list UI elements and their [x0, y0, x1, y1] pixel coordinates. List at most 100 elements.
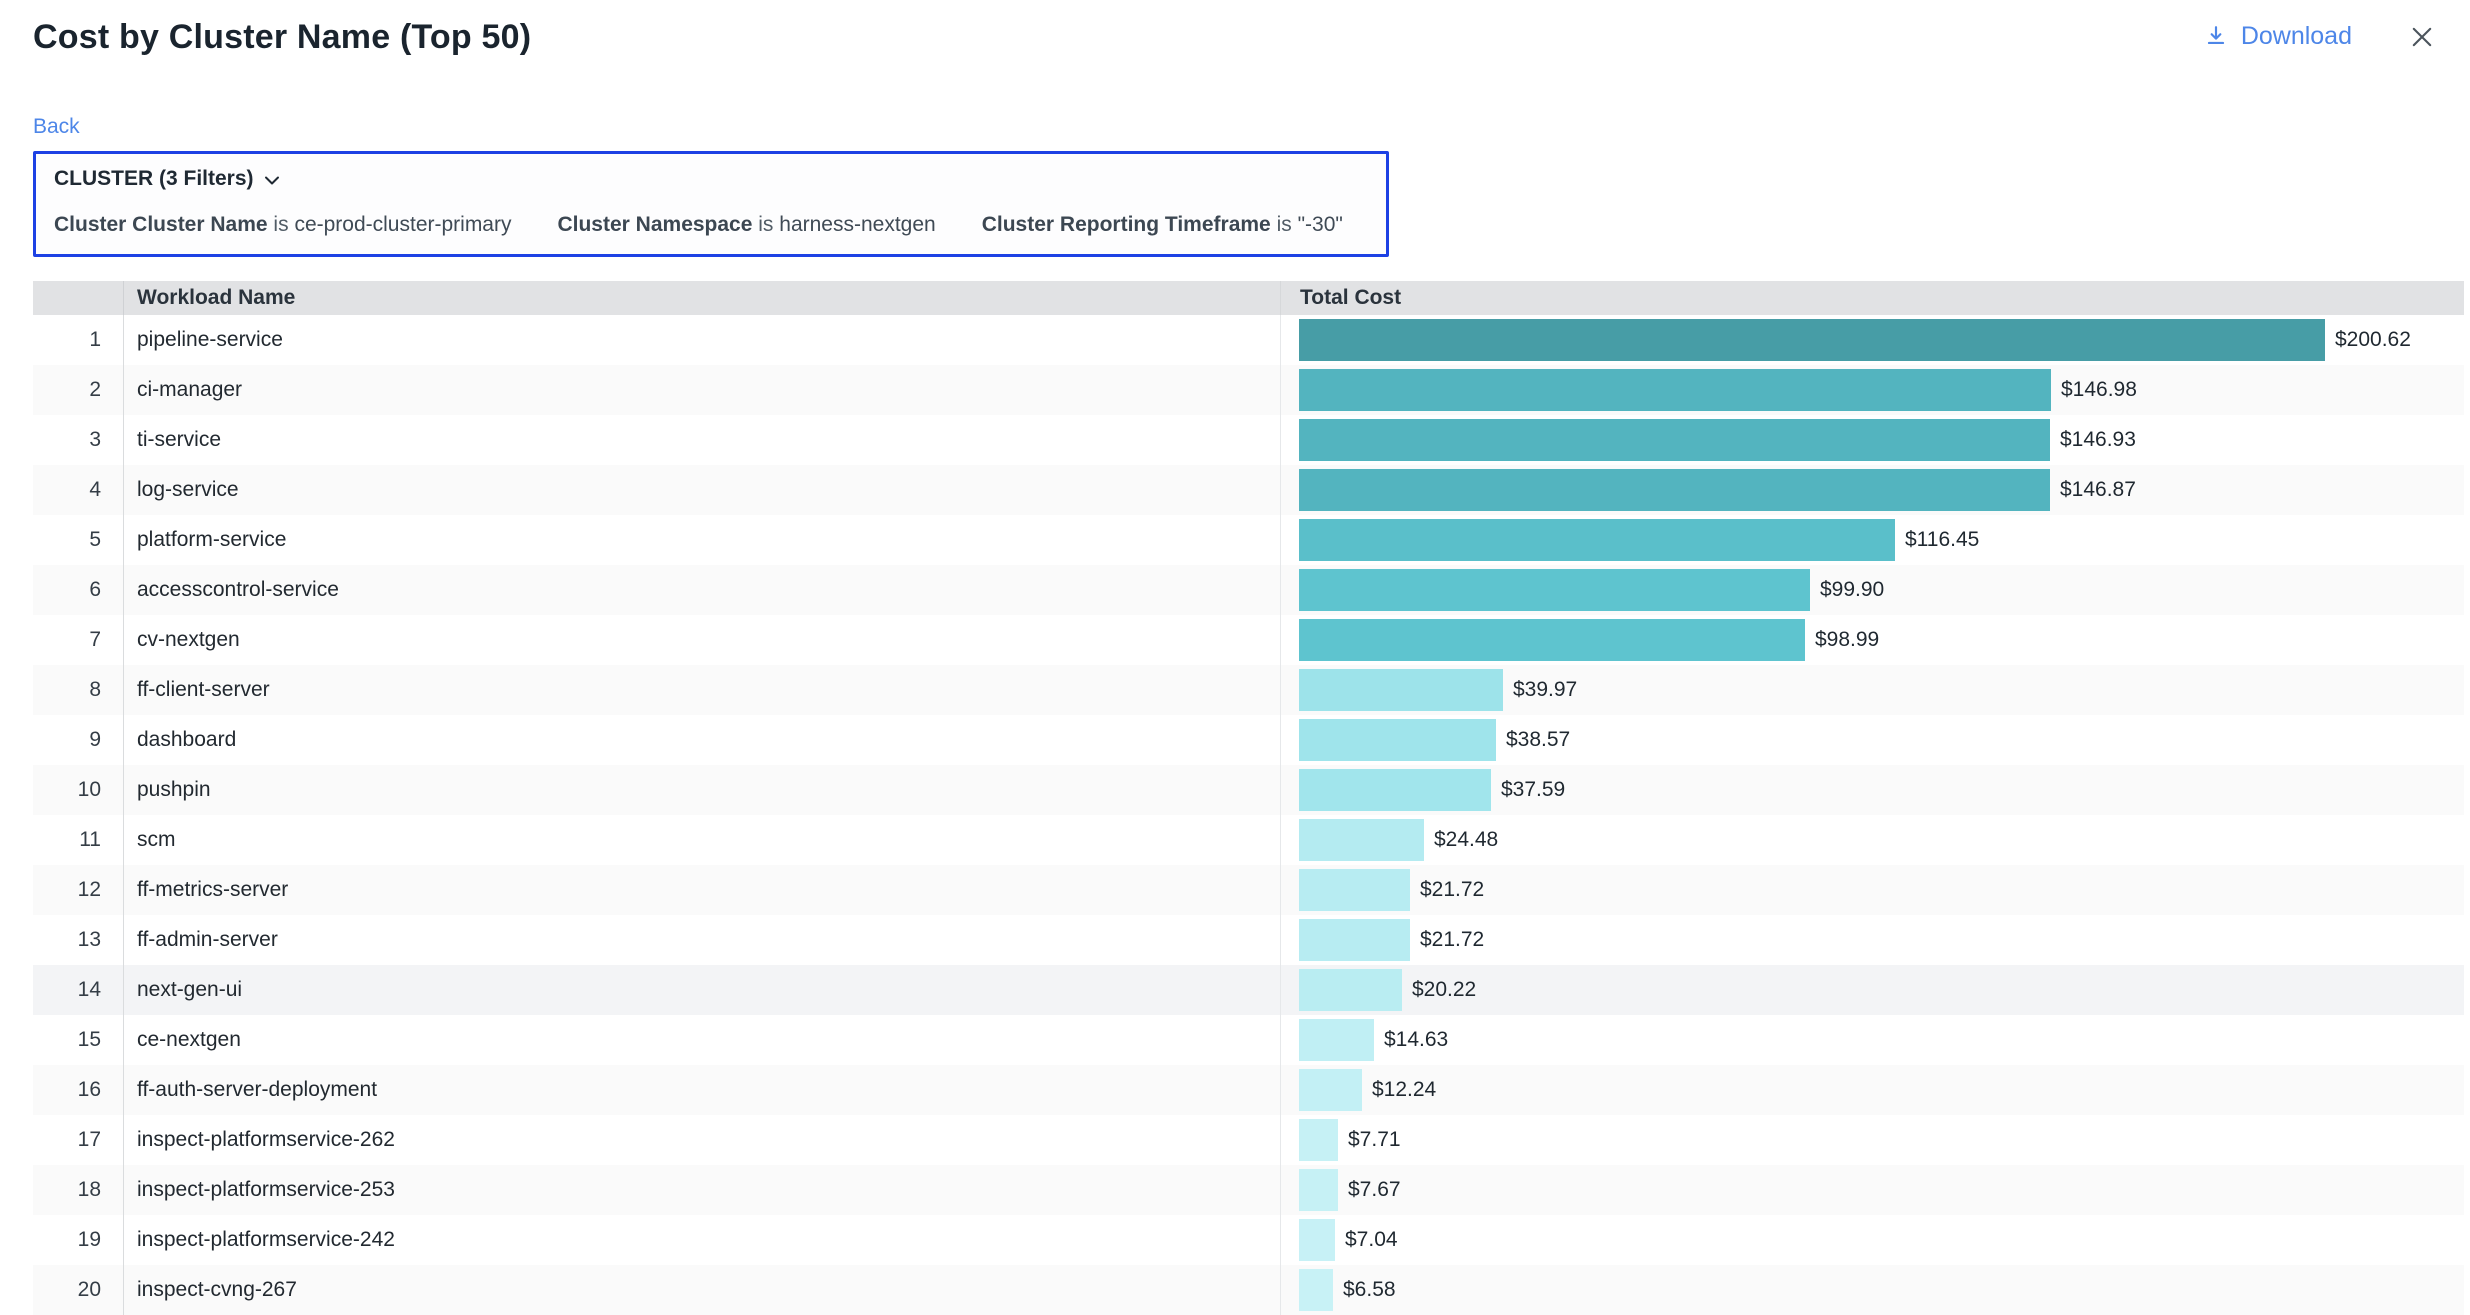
cost-bar[interactable]	[1299, 769, 1491, 811]
filter-value: "-30"	[1298, 213, 1343, 236]
table-row[interactable]: 3ti-service$146.93	[33, 415, 2464, 465]
cost-bar[interactable]	[1299, 569, 1810, 611]
row-rank: 7	[33, 628, 123, 652]
table-row[interactable]: 10pushpin $37.59	[33, 765, 2464, 815]
table-row[interactable]: 5platform-service$116.45	[33, 515, 2464, 565]
cost-value: $37.59	[1501, 778, 1565, 802]
row-rank: 9	[33, 728, 123, 752]
cost-value: $7.71	[1348, 1128, 1401, 1152]
back-link[interactable]: Back	[33, 115, 80, 139]
table-row[interactable]: 4log-service$146.87	[33, 465, 2464, 515]
total-cost-cell: $7.67	[1280, 1165, 2464, 1215]
download-icon	[2203, 24, 2229, 50]
filter-value: harness-nextgen	[779, 213, 935, 236]
total-cost-cell: $116.45	[1280, 515, 2464, 565]
table-row[interactable]: 8ff-client-server$39.97	[33, 665, 2464, 715]
cost-value: $7.67	[1348, 1178, 1401, 1202]
close-icon	[2408, 23, 2436, 51]
workload-name: pushpin	[123, 765, 1280, 815]
row-rank: 15	[33, 1028, 123, 1052]
table-row[interactable]: 13ff-admin-server$21.72	[33, 915, 2464, 965]
cost-value: $146.98	[2061, 378, 2137, 402]
table-row[interactable]: 1pipeline-service $200.62	[33, 315, 2464, 365]
cost-bar[interactable]	[1299, 519, 1895, 561]
cost-value: $200.62	[2335, 328, 2411, 352]
cost-bar[interactable]	[1299, 1169, 1338, 1211]
cost-bar[interactable]	[1299, 819, 1424, 861]
table-row[interactable]: 17inspect-platformservice-262$7.71	[33, 1115, 2464, 1165]
row-rank: 4	[33, 478, 123, 502]
table-row[interactable]: 16ff-auth-server-deployment$12.24	[33, 1065, 2464, 1115]
cost-value: $116.45	[1905, 528, 1979, 552]
cost-value: $24.48	[1434, 828, 1498, 852]
workload-name: log-service	[123, 465, 1280, 515]
cost-value: $14.63	[1384, 1028, 1448, 1052]
cost-bar[interactable]	[1299, 919, 1410, 961]
row-rank: 17	[33, 1128, 123, 1152]
cost-bar[interactable]	[1299, 469, 2050, 511]
workload-name: ci-manager	[123, 365, 1280, 415]
workload-name: next-gen-ui	[123, 965, 1280, 1015]
row-rank: 1	[33, 328, 123, 352]
cost-bar[interactable]	[1299, 1269, 1333, 1311]
workload-name: dashboard	[123, 715, 1280, 765]
total-cost-cell: $14.63	[1280, 1015, 2464, 1065]
table-row[interactable]: 14next-gen-ui$20.22	[33, 965, 2464, 1015]
header-actions: Download	[2203, 22, 2436, 51]
cost-bar[interactable]	[1299, 369, 2051, 411]
table-row[interactable]: 9dashboard $38.57	[33, 715, 2464, 765]
total-cost-cell: $20.22	[1280, 965, 2464, 1015]
cost-bar[interactable]	[1299, 969, 1402, 1011]
row-rank: 3	[33, 428, 123, 452]
table-row[interactable]: 19inspect-platformservice-242$7.04	[33, 1215, 2464, 1265]
cost-value: $6.58	[1343, 1278, 1396, 1302]
close-button[interactable]	[2408, 23, 2436, 51]
dialog-cost-by-cluster: Cost by Cluster Name (Top 50) Download	[0, 0, 2470, 1315]
filter-field: Cluster Reporting Timeframe	[982, 213, 1271, 236]
table-row[interactable]: 7cv-nextgen$98.99	[33, 615, 2464, 665]
cost-bar[interactable]	[1299, 669, 1503, 711]
filter-group-label: CLUSTER (3 Filters)	[54, 167, 254, 191]
workload-name: platform-service	[123, 515, 1280, 565]
total-cost-cell: $146.98	[1280, 365, 2464, 415]
table-row[interactable]: 6accesscontrol-service$99.90	[33, 565, 2464, 615]
table-row[interactable]: 15ce-nextgen$14.63	[33, 1015, 2464, 1065]
table-row[interactable]: 18inspect-platformservice-253 $7.67	[33, 1165, 2464, 1215]
cost-bar[interactable]	[1299, 1219, 1335, 1261]
total-cost-cell: $21.72	[1280, 865, 2464, 915]
cost-bar[interactable]	[1299, 719, 1496, 761]
workload-name: ff-admin-server	[123, 915, 1280, 965]
cost-bar[interactable]	[1299, 1019, 1374, 1061]
row-rank: 19	[33, 1228, 123, 1252]
total-cost-cell: $99.90	[1280, 565, 2464, 615]
table-row[interactable]: 12ff-metrics-server$21.72	[33, 865, 2464, 915]
table-row[interactable]: 11scm$24.48	[33, 815, 2464, 865]
cost-bar[interactable]	[1299, 1069, 1362, 1111]
download-button[interactable]: Download	[2203, 22, 2352, 51]
filter-field: Cluster Cluster Name	[54, 213, 268, 236]
total-cost-cell: $38.57	[1280, 715, 2464, 765]
cost-value: $20.22	[1412, 978, 1476, 1002]
row-rank: 12	[33, 878, 123, 902]
cost-bar[interactable]	[1299, 1119, 1338, 1161]
filter-condition[interactable]: Cluster Reporting Timeframe is "-30"	[982, 213, 1343, 237]
row-rank: 18	[33, 1178, 123, 1202]
cost-value: $38.57	[1506, 728, 1570, 752]
filter-group-toggle[interactable]: CLUSTER (3 Filters)	[54, 167, 1368, 191]
row-rank: 10	[33, 778, 123, 802]
cost-value: $146.93	[2060, 428, 2136, 452]
workload-name: inspect-platformservice-253	[123, 1165, 1280, 1215]
cost-bar[interactable]	[1299, 869, 1410, 911]
filter-condition[interactable]: Cluster Cluster Name is ce-prod-cluster-…	[54, 213, 511, 237]
total-cost-cell: $98.99	[1280, 615, 2464, 665]
table-row[interactable]: 20inspect-cvng-267$6.58	[33, 1265, 2464, 1315]
table-row[interactable]: 2ci-manager$146.98	[33, 365, 2464, 415]
workload-name: accesscontrol-service	[123, 565, 1280, 615]
workload-name: pipeline-service	[123, 315, 1280, 365]
cost-bar[interactable]	[1299, 319, 2325, 361]
cost-value: $39.97	[1513, 678, 1577, 702]
row-rank: 13	[33, 928, 123, 952]
filter-condition[interactable]: Cluster Namespace is harness-nextgen	[557, 213, 935, 237]
cost-bar[interactable]	[1299, 619, 1805, 661]
cost-bar[interactable]	[1299, 419, 2050, 461]
